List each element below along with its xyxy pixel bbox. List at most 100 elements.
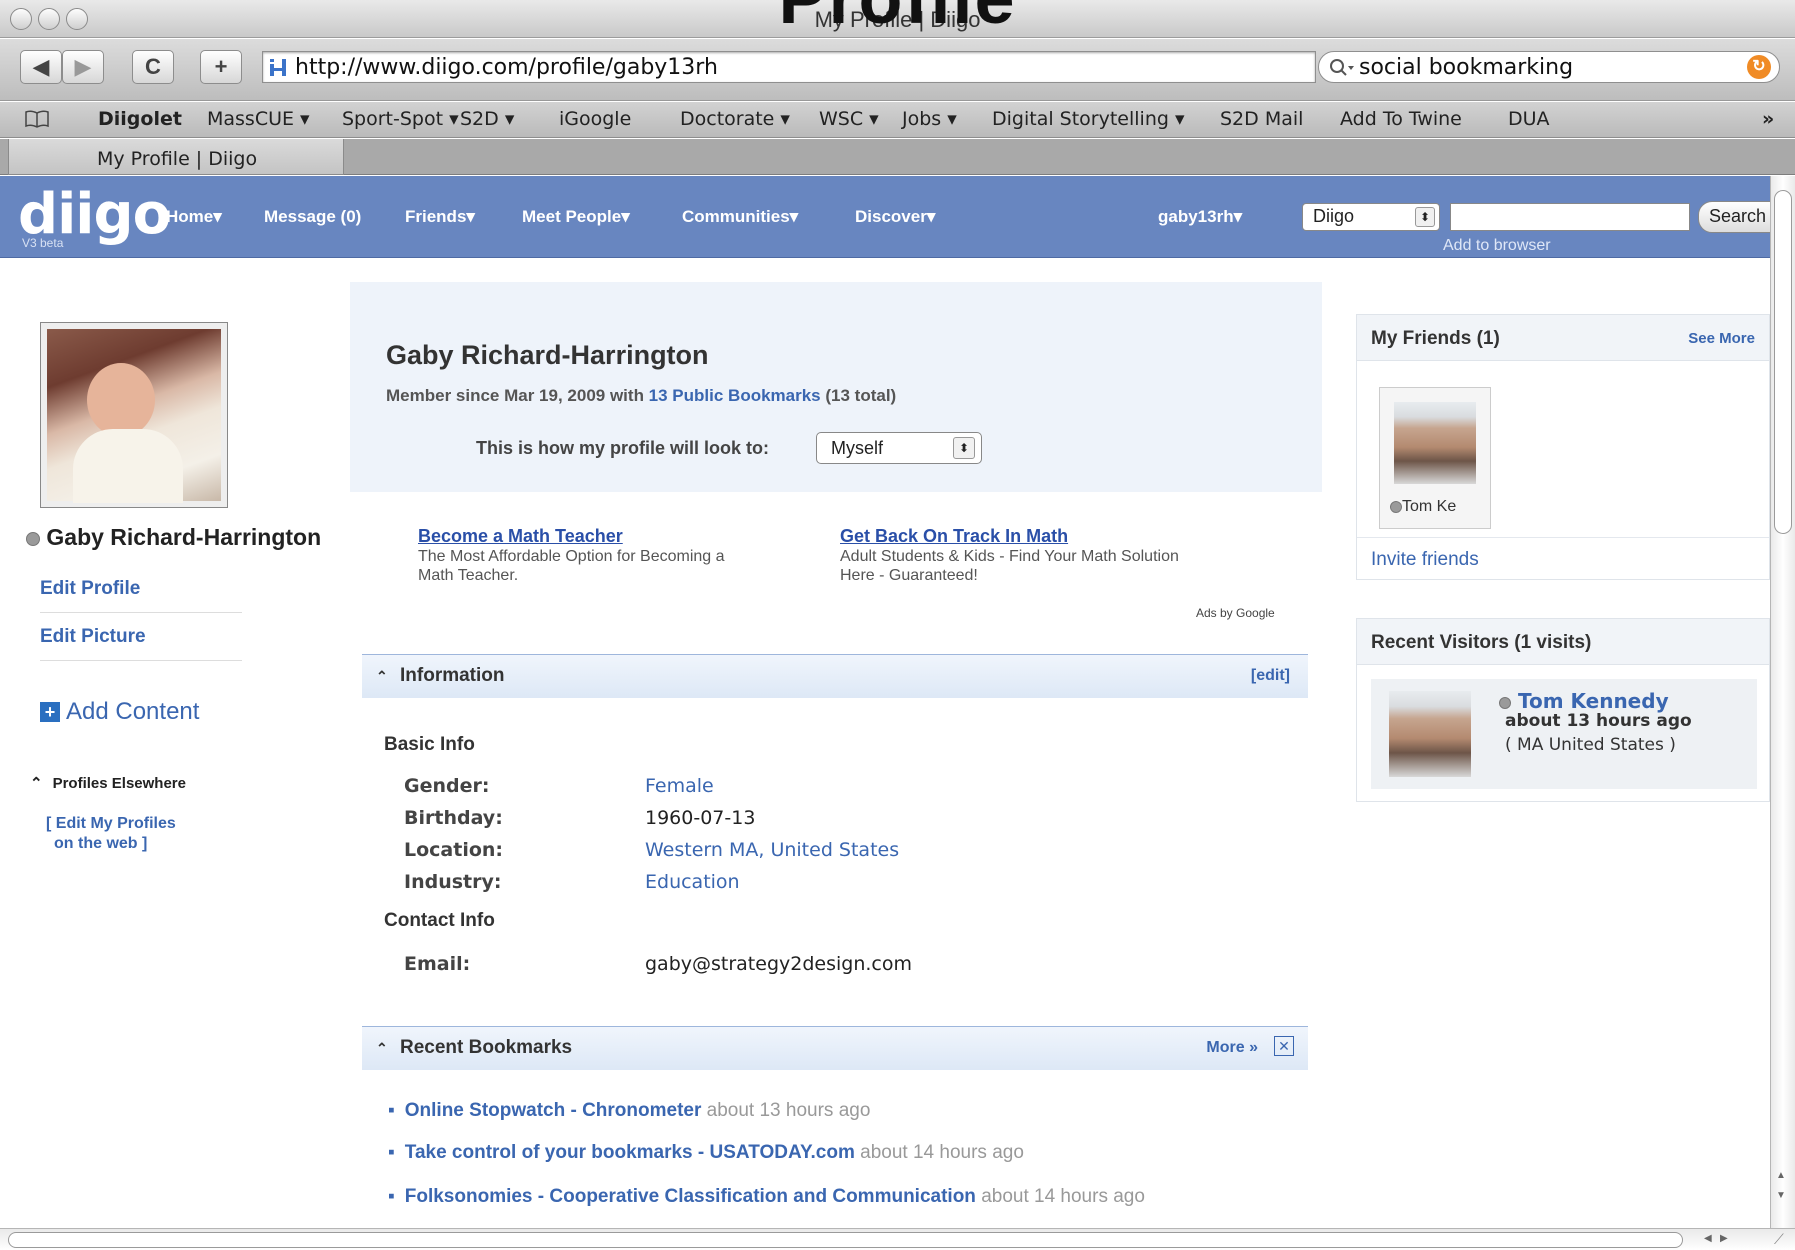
profile-view-label: This is how my profile will look to: (476, 438, 770, 458)
scroll-right-arrow-icon[interactable]: ▶ (1720, 1233, 1728, 1244)
ad-block: Become a Math Teacher The Most Affordabl… (418, 526, 818, 585)
ad-title-link[interactable]: Get Back On Track In Math (840, 526, 1290, 547)
profile-view-value: Myself (831, 438, 884, 458)
bookmark-igoogle[interactable]: iGoogle (559, 108, 631, 130)
address-bar[interactable]: http://www.diigo.com/profile/gaby13rh ↻ (262, 51, 1545, 83)
edit-picture-link[interactable]: Edit Picture (40, 626, 146, 648)
bookmark-s2d[interactable]: S2D ▾ (460, 108, 514, 130)
diigo-search-input[interactable] (1450, 203, 1690, 231)
close-icon[interactable]: ✕ (1274, 1036, 1294, 1056)
information-edit-link[interactable]: [edit] (1251, 667, 1290, 685)
bookmark-list-item: ▪ Folksonomies - Cooperative Classificati… (388, 1186, 1145, 1207)
visitor-avatar[interactable] (1389, 691, 1471, 777)
bookmark-title-link[interactable]: Take control of your bookmarks - USATODA… (405, 1142, 855, 1163)
member-since-text: Member since Mar 19, 2009 with 13 Public… (386, 386, 896, 406)
reload-button[interactable]: C (132, 50, 174, 84)
bookmark-title-link[interactable]: Folksonomies - Cooperative Classificatio… (405, 1186, 976, 1207)
sidebar-user-name: Gaby Richard-Harrington (26, 524, 321, 551)
bookmark-list-item: ▪ Online Stopwatch - Chronometer about 13… (388, 1100, 871, 1121)
ad-block: Get Back On Track In Math Adult Students… (840, 526, 1290, 585)
vertical-scrollbar[interactable]: ▲ ▼ (1770, 176, 1795, 1228)
bookmark-jobs[interactable]: Jobs ▾ (902, 108, 957, 130)
status-dot-icon (1499, 696, 1511, 709)
diigo-header: diigo V3 beta Home▾ Message (0) Friends▾… (0, 176, 1795, 258)
nav-message[interactable]: Message (0) (264, 207, 361, 227)
nav-discover[interactable]: Discover▾ (855, 207, 935, 227)
bookmark-masscue[interactable]: MassCUE ▾ (207, 108, 310, 130)
search-icon (1330, 59, 1354, 76)
plus-icon: + (40, 702, 60, 722)
public-bookmarks-link[interactable]: 13 Public Bookmarks (649, 386, 821, 405)
diigo-favicon-icon (268, 57, 288, 77)
location-value: Western MA, United States (645, 839, 899, 861)
friend-card[interactable]: Tom Ke (1379, 387, 1491, 529)
add-to-browser-link[interactable]: Add to browser (1443, 237, 1551, 255)
bookmark-doctorate[interactable]: Doctorate ▾ (680, 108, 790, 130)
friend-name-text: Tom Ke (1402, 498, 1457, 515)
ad-text: The Most Affordable Option for Becoming … (418, 548, 725, 565)
add-bookmark-button[interactable]: + (200, 50, 242, 84)
divider (40, 660, 242, 661)
scroll-left-arrow-icon[interactable]: ◀ (1704, 1233, 1712, 1244)
nav-communities[interactable]: Communities▾ (682, 207, 798, 227)
url-text: http://www.diigo.com/profile/gaby13rh (295, 55, 718, 80)
edit-my-profiles-link[interactable]: [ Edit My Profiles on the web ] (46, 814, 176, 854)
profile-avatar[interactable] (40, 322, 228, 508)
recent-bookmarks-section-header[interactable]: ⌃ Recent Bookmarks More » ✕ (362, 1026, 1308, 1070)
scroll-down-arrow-icon[interactable]: ▼ (1776, 1190, 1786, 1201)
horizontal-scrollbar[interactable]: ◀ ▶ ⟋ (0, 1228, 1795, 1250)
bookmarks-overflow-button[interactable]: » (1762, 108, 1774, 130)
avatar-dress-shape (73, 429, 183, 503)
see-more-friends-link[interactable]: See More (1688, 330, 1755, 347)
visitor-location: ( MA United States ) (1505, 735, 1676, 755)
resize-grip-icon[interactable]: ⟋ (1774, 1231, 1784, 1248)
bookmark-diigolet[interactable]: Diigolet (98, 108, 182, 130)
bookmark-dua[interactable]: DUA (1508, 108, 1550, 130)
ad-text: Math Teacher. (418, 567, 519, 584)
nav-home[interactable]: Home▾ (166, 207, 222, 227)
bookmark-s2d-mail[interactable]: S2D Mail (1220, 108, 1303, 130)
edit-profile-link[interactable]: Edit Profile (40, 578, 140, 600)
profile-view-select[interactable]: Myself ⬍ (816, 432, 982, 464)
nav-meet-people[interactable]: Meet People▾ (522, 207, 630, 227)
nav-friends[interactable]: Friends▾ (405, 207, 475, 227)
information-section-header[interactable]: ⌃ Information [edit] (362, 654, 1308, 698)
profiles-elsewhere-label: Profiles Elsewhere (52, 775, 186, 792)
horizontal-scroll-thumb[interactable] (8, 1232, 1683, 1248)
bookmark-add-to-twine[interactable]: Add To Twine (1340, 108, 1462, 130)
add-content-link[interactable]: + Add Content (40, 698, 199, 726)
gender-value[interactable]: Female (645, 775, 714, 797)
visitor-time: about 13 hours ago (1505, 711, 1692, 731)
avatar-face-shape (87, 363, 155, 437)
snapback-search-icon[interactable]: ↻ (1747, 55, 1771, 79)
recent-bookmarks-more-link[interactable]: More » (1206, 1039, 1258, 1057)
ad-text: Adult Students & Kids - Find Your Math S… (840, 548, 1179, 565)
profile-full-name: Gaby Richard-Harrington (386, 340, 709, 370)
open-book-icon[interactable] (24, 109, 50, 129)
bookmark-wsc[interactable]: WSC ▾ (819, 108, 879, 130)
forward-button[interactable]: ▶ (62, 50, 104, 84)
search-scope-select[interactable]: Diigo ⬍ (1302, 203, 1440, 231)
profiles-elsewhere-heading[interactable]: ⌃ Profiles Elsewhere (30, 774, 186, 792)
nav-user-menu[interactable]: gaby13rh▾ (1158, 207, 1242, 227)
select-arrows-icon: ⬍ (1415, 207, 1435, 227)
bookmark-title-link[interactable]: Online Stopwatch - Chronometer (405, 1100, 702, 1121)
ad-title-link[interactable]: Become a Math Teacher (418, 526, 818, 547)
location-country-link[interactable]: United States (770, 839, 899, 861)
bookmark-sport-spot[interactable]: Sport-Spot ▾ (342, 108, 459, 130)
email-label: Email: (404, 953, 471, 975)
collapse-chevron-icon: ⌃ (30, 775, 43, 792)
browser-search-field[interactable]: social bookmarking ↻ (1318, 51, 1780, 83)
visitor-name-link[interactable]: Tom Kennedy (1499, 689, 1669, 713)
tab-my-profile[interactable]: My Profile | Diigo (8, 139, 344, 175)
scroll-up-arrow-icon[interactable]: ▲ (1776, 1170, 1786, 1181)
vertical-scroll-thumb[interactable] (1774, 190, 1792, 534)
bookmark-time: about 14 hours ago (981, 1186, 1145, 1207)
ads-by-google[interactable]: Ads by Google (1196, 606, 1275, 620)
industry-value[interactable]: Education (645, 871, 740, 893)
bookmark-digital-storytelling[interactable]: Digital Storytelling ▾ (992, 108, 1185, 130)
beta-label: V3 beta (22, 236, 64, 250)
location-city-link[interactable]: Western MA (645, 839, 758, 861)
back-button[interactable]: ◀ (20, 50, 62, 84)
invite-friends-link[interactable]: Invite friends (1371, 549, 1479, 571)
